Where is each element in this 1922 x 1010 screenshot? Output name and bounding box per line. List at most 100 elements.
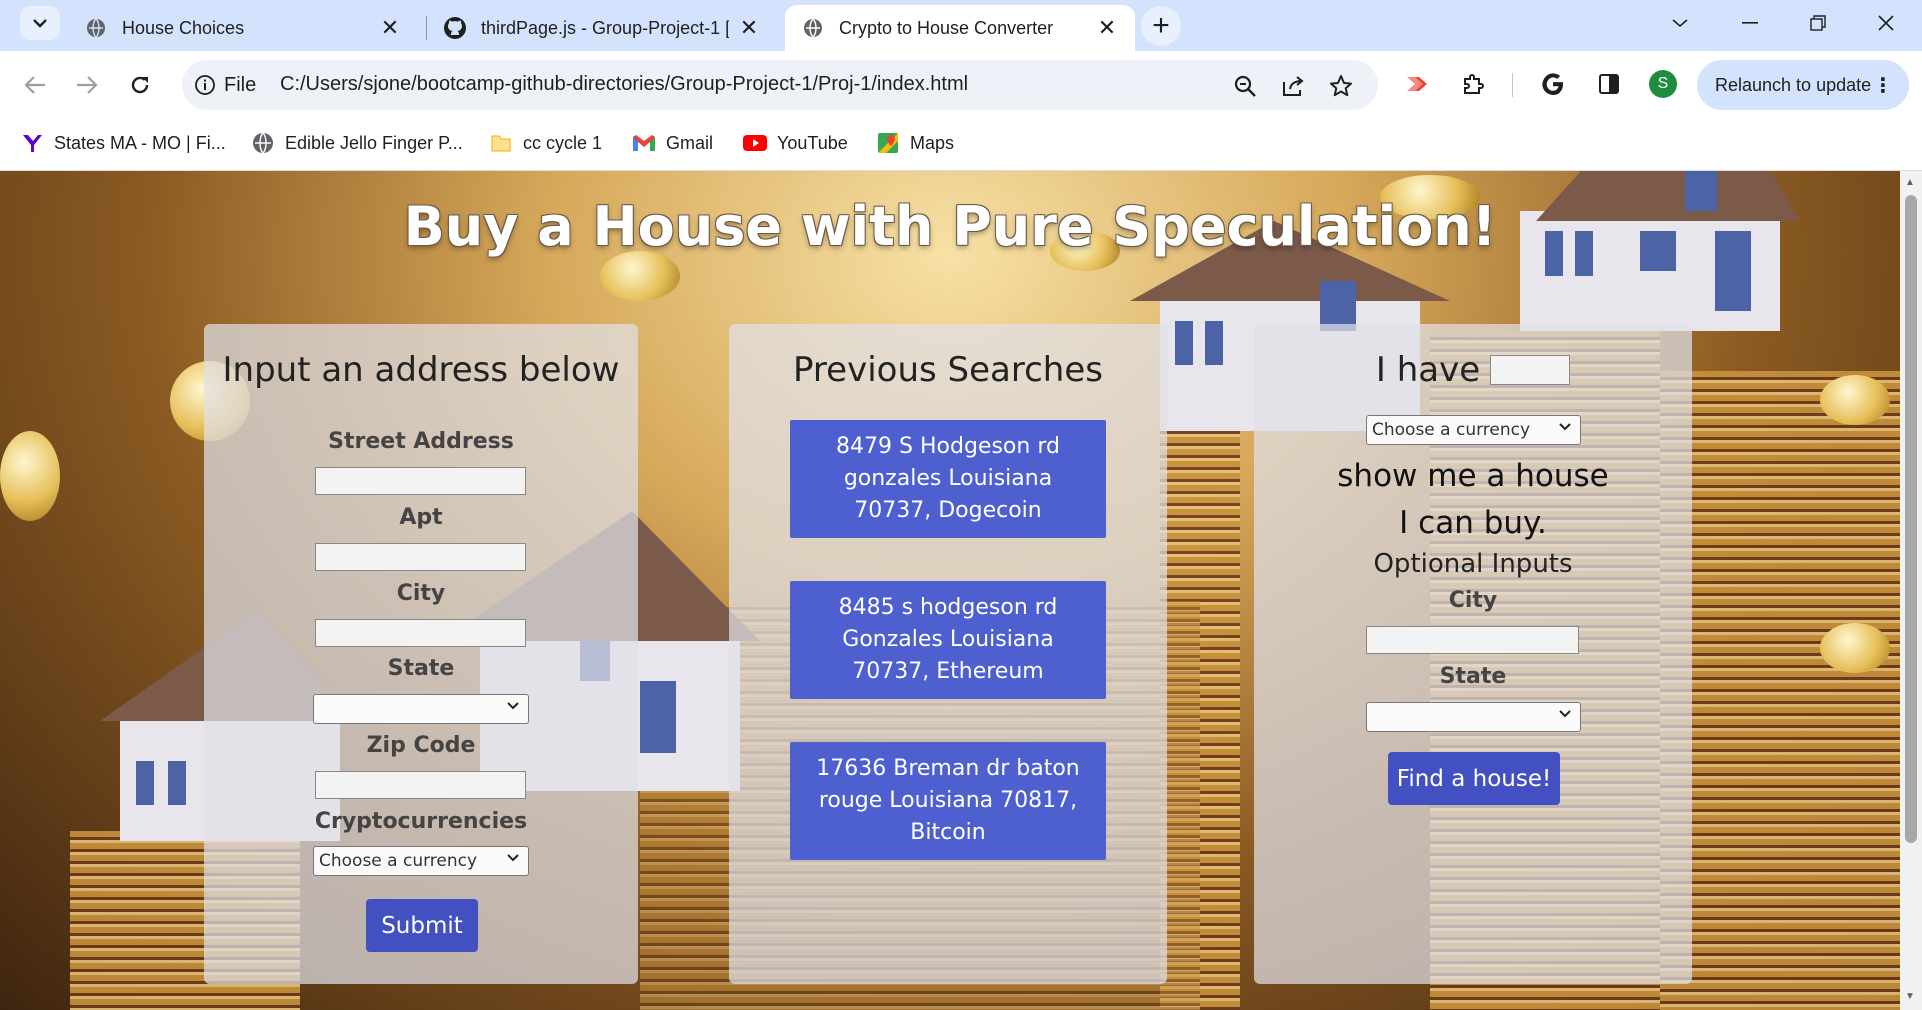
bookmark-star-icon[interactable] [1328, 73, 1354, 99]
tab-house-choices[interactable]: House Choices ✕ [68, 5, 418, 51]
page-scrollbar[interactable]: ▲ ▼ [1900, 171, 1922, 1010]
currency-select[interactable]: Choose a currency [313, 846, 529, 876]
toolbar-divider [1512, 73, 1513, 97]
previous-search-item[interactable]: 8479 S Hodgeson rd gonzales Louisiana 70… [790, 420, 1106, 538]
tab-strip: House Choices ✕ thirdPage.js - Group-Pro… [0, 0, 1922, 51]
bookmark-label: Edible Jello Finger P... [285, 132, 463, 153]
extensions-puzzle-icon[interactable] [1458, 69, 1488, 99]
chevron-down-icon [506, 851, 520, 867]
kebab-menu-icon[interactable]: ⋮ [1873, 73, 1893, 98]
page-title: Buy a House with Pure Speculation! [403, 195, 1497, 258]
find-house-button[interactable]: Find a house! [1388, 752, 1560, 805]
bookmark-cc-cycle[interactable]: cc cycle 1 [489, 129, 602, 157]
amount-input[interactable] [1490, 355, 1571, 385]
apt-input[interactable] [315, 543, 526, 571]
profile-initial: S [1649, 70, 1677, 98]
relaunch-label: Relaunch to update [1715, 74, 1872, 95]
state-label: State [387, 656, 455, 681]
info-icon [194, 74, 216, 96]
cryptocurrencies-label: Cryptocurrencies [314, 809, 528, 834]
scroll-down-icon[interactable]: ▼ [1905, 991, 1915, 1002]
i-have-label: I have [1375, 350, 1481, 390]
browser-toolbar: File C:/Users/sjone/bootcamp-github-dire… [0, 51, 1922, 117]
zip-code-label: Zip Code [366, 733, 476, 758]
close-window-icon[interactable] [1866, 8, 1906, 38]
chevron-down-icon [1558, 707, 1572, 723]
bookmark-gmail[interactable]: Gmail [632, 129, 713, 157]
previous-searches-heading: Previous Searches [793, 350, 1103, 390]
previous-search-item[interactable]: 17636 Breman dr baton rouge Louisiana 70… [790, 742, 1106, 860]
new-tab-button[interactable]: + [1141, 6, 1181, 46]
street-address-input[interactable] [315, 467, 526, 495]
bookmark-label: Maps [910, 132, 955, 153]
restore-icon[interactable] [1798, 8, 1838, 38]
plus-icon: + [1152, 9, 1170, 42]
relaunch-button[interactable]: Relaunch to update ⋮ [1697, 60, 1909, 110]
bookmark-label: Gmail [666, 132, 714, 153]
gmail-icon [632, 131, 656, 155]
close-icon[interactable]: ✕ [378, 15, 402, 41]
converter-currency-select[interactable]: Choose a currency [1366, 415, 1581, 445]
bookmarks-bar: States MA - MO | Fi... Edible Jello Fing… [0, 117, 1922, 171]
globe-icon [84, 16, 108, 40]
forward-icon[interactable] [67, 65, 107, 105]
submit-button[interactable]: Submit [366, 899, 478, 952]
tab-thirdpage-js[interactable]: thirdPage.js - Group-Project-1 [C ✕ [427, 5, 777, 51]
reload-icon[interactable] [120, 65, 160, 105]
site-chip-label: File [224, 73, 257, 96]
city-label: City [396, 581, 446, 606]
bookmark-maps[interactable]: Maps [876, 129, 954, 157]
zip-code-input[interactable] [315, 771, 526, 799]
globe-icon [801, 16, 825, 40]
bookmark-edible-jello[interactable]: Edible Jello Finger P... [251, 129, 463, 157]
share-icon[interactable] [1280, 73, 1306, 99]
tab-list-chevron-icon[interactable] [1660, 8, 1700, 38]
minimize-icon[interactable] [1730, 8, 1770, 38]
tab-title: Crypto to House Converter [839, 17, 1054, 38]
tab-title: House Choices [122, 17, 245, 38]
extension-arrow-icon[interactable] [1403, 69, 1433, 99]
yahoo-icon [20, 131, 44, 155]
city-input[interactable] [315, 619, 526, 647]
i-have-row: I have [1254, 350, 1692, 390]
tab-search-button[interactable] [20, 6, 60, 40]
close-icon[interactable]: ✕ [737, 15, 761, 41]
side-panel-icon[interactable] [1594, 69, 1624, 99]
converter-state-label: State [1439, 664, 1507, 689]
can-buy-text: I can buy. [1399, 505, 1547, 541]
back-icon[interactable] [15, 65, 55, 105]
address-form-panel: Input an address below Street Address Ap… [204, 324, 638, 984]
converter-city-input[interactable] [1366, 626, 1579, 654]
previous-searches-panel: Previous Searches 8479 S Hodgeson rd gon… [729, 324, 1167, 984]
tab-title: thirdPage.js - Group-Project-1 [C [481, 17, 729, 38]
currency-select-value: Choose a currency [319, 851, 478, 871]
bookmark-states[interactable]: States MA - MO | Fi... [20, 129, 226, 157]
chevron-down-icon [33, 19, 47, 28]
avatar[interactable]: S [1648, 69, 1678, 99]
chevron-down-icon [1558, 420, 1572, 436]
zoom-icon[interactable] [1232, 73, 1258, 99]
apt-label: Apt [399, 505, 443, 530]
bookmark-label: cc cycle 1 [523, 132, 603, 153]
scrollbar-thumb[interactable] [1905, 195, 1917, 843]
github-icon [443, 16, 467, 40]
scroll-up-icon[interactable]: ▲ [1905, 177, 1915, 188]
converter-state-select[interactable] [1366, 702, 1581, 732]
optional-inputs-label: Optional Inputs [1373, 549, 1573, 579]
close-icon[interactable]: ✕ [1095, 15, 1119, 41]
previous-search-item[interactable]: 8485 s hodgeson rd Gonzales Louisiana 70… [790, 581, 1106, 699]
tab-crypto-converter[interactable]: Crypto to House Converter ✕ [785, 5, 1135, 51]
url-text[interactable]: C:/Users/sjone/bootcamp-github-directori… [280, 73, 968, 96]
converter-currency-value: Choose a currency [1372, 420, 1531, 440]
show-me-text: show me a house [1337, 458, 1609, 494]
converter-panel: I have Choose a currency show me a house… [1254, 324, 1692, 984]
bookmark-youtube[interactable]: YouTube [743, 129, 848, 157]
street-address-label: Street Address [328, 429, 514, 454]
site-info-chip[interactable]: File [194, 68, 256, 102]
folder-icon [489, 131, 513, 155]
google-icon[interactable] [1538, 69, 1568, 99]
chevron-down-icon [506, 699, 520, 715]
state-select[interactable] [313, 694, 529, 724]
address-bar[interactable]: File C:/Users/sjone/bootcamp-github-dire… [182, 60, 1378, 110]
converter-city-label: City [1448, 588, 1498, 613]
